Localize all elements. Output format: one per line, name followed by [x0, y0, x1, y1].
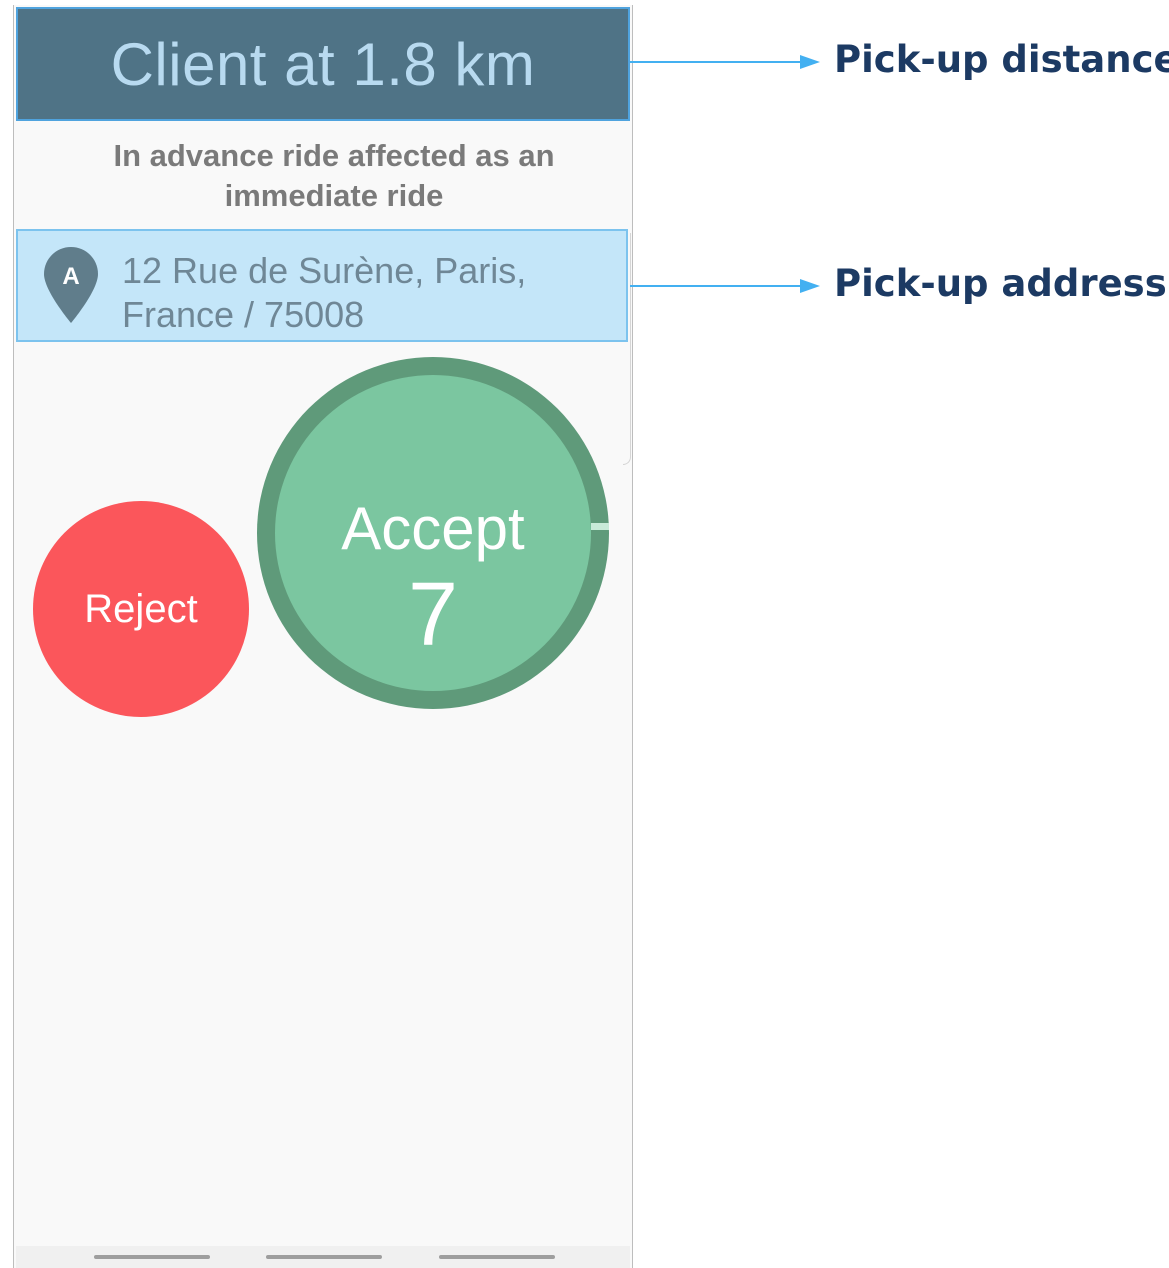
map-pin-icon: A: [44, 247, 98, 323]
address-arrow: [630, 276, 820, 296]
pickup-address-box: A 12 Rue de Surène, Paris, France / 7500…: [16, 229, 628, 342]
pickup-distance-callout: Pick-up distance: [834, 38, 1169, 81]
screen: Client at 1.8 km In advance ride affecte…: [0, 0, 1169, 1268]
accept-label: Accept: [341, 495, 525, 562]
reject-label: Reject: [84, 586, 198, 631]
reject-button[interactable]: Reject: [33, 501, 249, 717]
distance-arrow: [630, 52, 820, 72]
pickup-address-text: 12 Rue de Surène, Paris, France / 75008: [122, 250, 527, 335]
pickup-address-callout: Pick-up address: [834, 262, 1167, 305]
phone-screen: Client at 1.8 km In advance ride affecte…: [13, 5, 633, 1268]
nav-recents-handle[interactable]: [439, 1255, 555, 1259]
pickup-distance-banner: Client at 1.8 km: [16, 7, 630, 121]
nav-back-handle[interactable]: [94, 1255, 210, 1259]
accept-countdown: 7: [407, 565, 459, 665]
navigation-bar: [16, 1246, 630, 1268]
scroll-edge: [623, 233, 631, 465]
pin-letter: A: [62, 263, 79, 290]
nav-home-handle[interactable]: [266, 1255, 382, 1259]
accept-button[interactable]: Accept 7: [257, 357, 609, 709]
ride-type-notice: In advance ride affected as an immediate…: [113, 138, 555, 213]
pickup-distance-text: Client at 1.8 km: [110, 30, 536, 98]
